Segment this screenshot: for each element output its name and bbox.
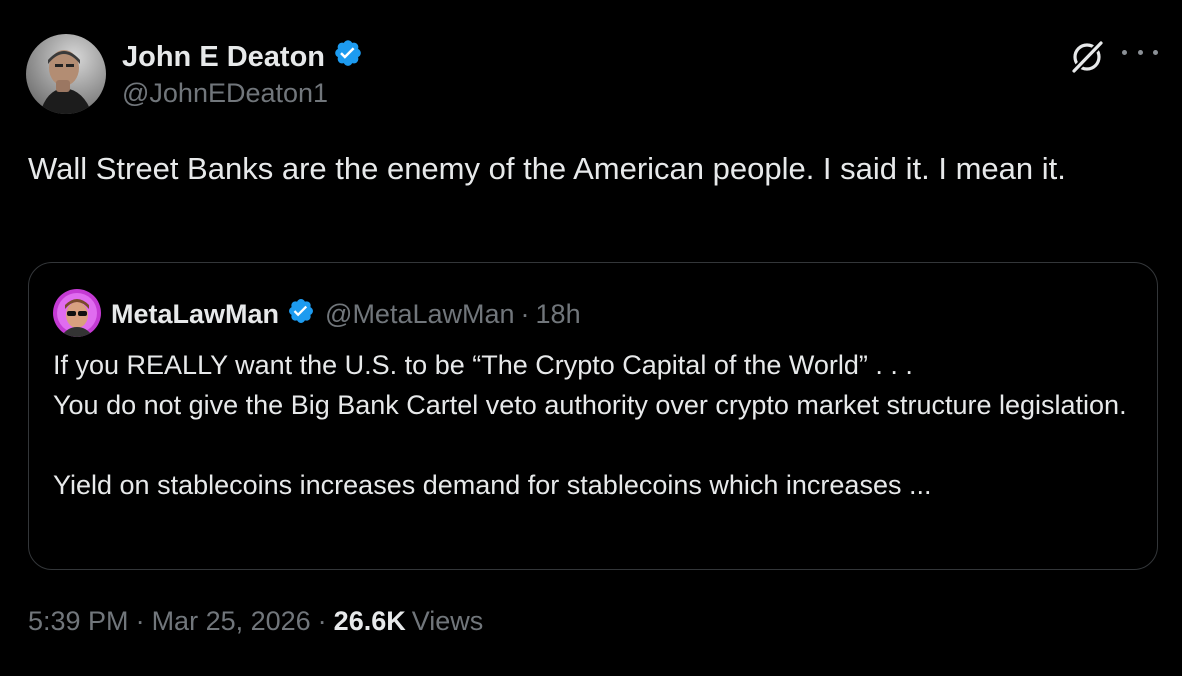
quote-author-name[interactable]: MetaLawMan	[111, 299, 279, 330]
tweet-time[interactable]: 5:39 PM	[28, 606, 129, 637]
quote-line: Yield on stablecoins increases demand fo…	[53, 470, 932, 500]
author-avatar[interactable]	[26, 34, 106, 114]
more-dot	[1153, 49, 1158, 55]
quoted-tweet[interactable]: MetaLawMan @MetaLawMan · 18h If you REAL…	[28, 262, 1158, 570]
tweet-text: Wall Street Banks are the enemy of the A…	[28, 151, 1066, 186]
quote-timestamp[interactable]: 18h	[536, 299, 581, 330]
tweet: John E Deaton @JohnEDeaton1 Wall Street …	[0, 0, 1182, 676]
quote-line: If you REALLY want the U.S. to be “The C…	[53, 350, 913, 380]
verified-badge-icon	[287, 297, 315, 332]
separator-dot: ·	[317, 606, 327, 636]
quote-author-handle[interactable]: @MetaLawMan	[325, 299, 515, 330]
verified-badge-icon	[333, 38, 363, 76]
quote-line: You do not give the Big Bank Cartel veto…	[53, 390, 1127, 420]
quote-author-avatar[interactable]	[53, 289, 101, 337]
views-label: Views	[411, 606, 484, 636]
more-dot	[1137, 49, 1143, 55]
more-icon[interactable]	[1122, 40, 1158, 64]
tweet-date[interactable]: Mar 25, 2026	[152, 606, 311, 637]
views-count[interactable]: 26.6K	[334, 606, 406, 637]
separator-dot: ·	[135, 606, 145, 636]
separator-dot: ·	[520, 299, 530, 329]
author-name-text[interactable]: John E Deaton	[122, 41, 325, 74]
quote-text: If you REALLY want the U.S. to be “The C…	[53, 345, 1143, 505]
author-handle[interactable]: @JohnEDeaton1	[122, 78, 328, 109]
grok-icon[interactable]	[1068, 38, 1106, 76]
tweet-meta: 5:39 PM · Mar 25, 2026 · 26.6K Views	[28, 606, 483, 637]
author-name[interactable]: John E Deaton	[122, 38, 363, 76]
quote-header: MetaLawMan @MetaLawMan · 18h	[111, 297, 581, 332]
more-dot	[1122, 49, 1127, 55]
